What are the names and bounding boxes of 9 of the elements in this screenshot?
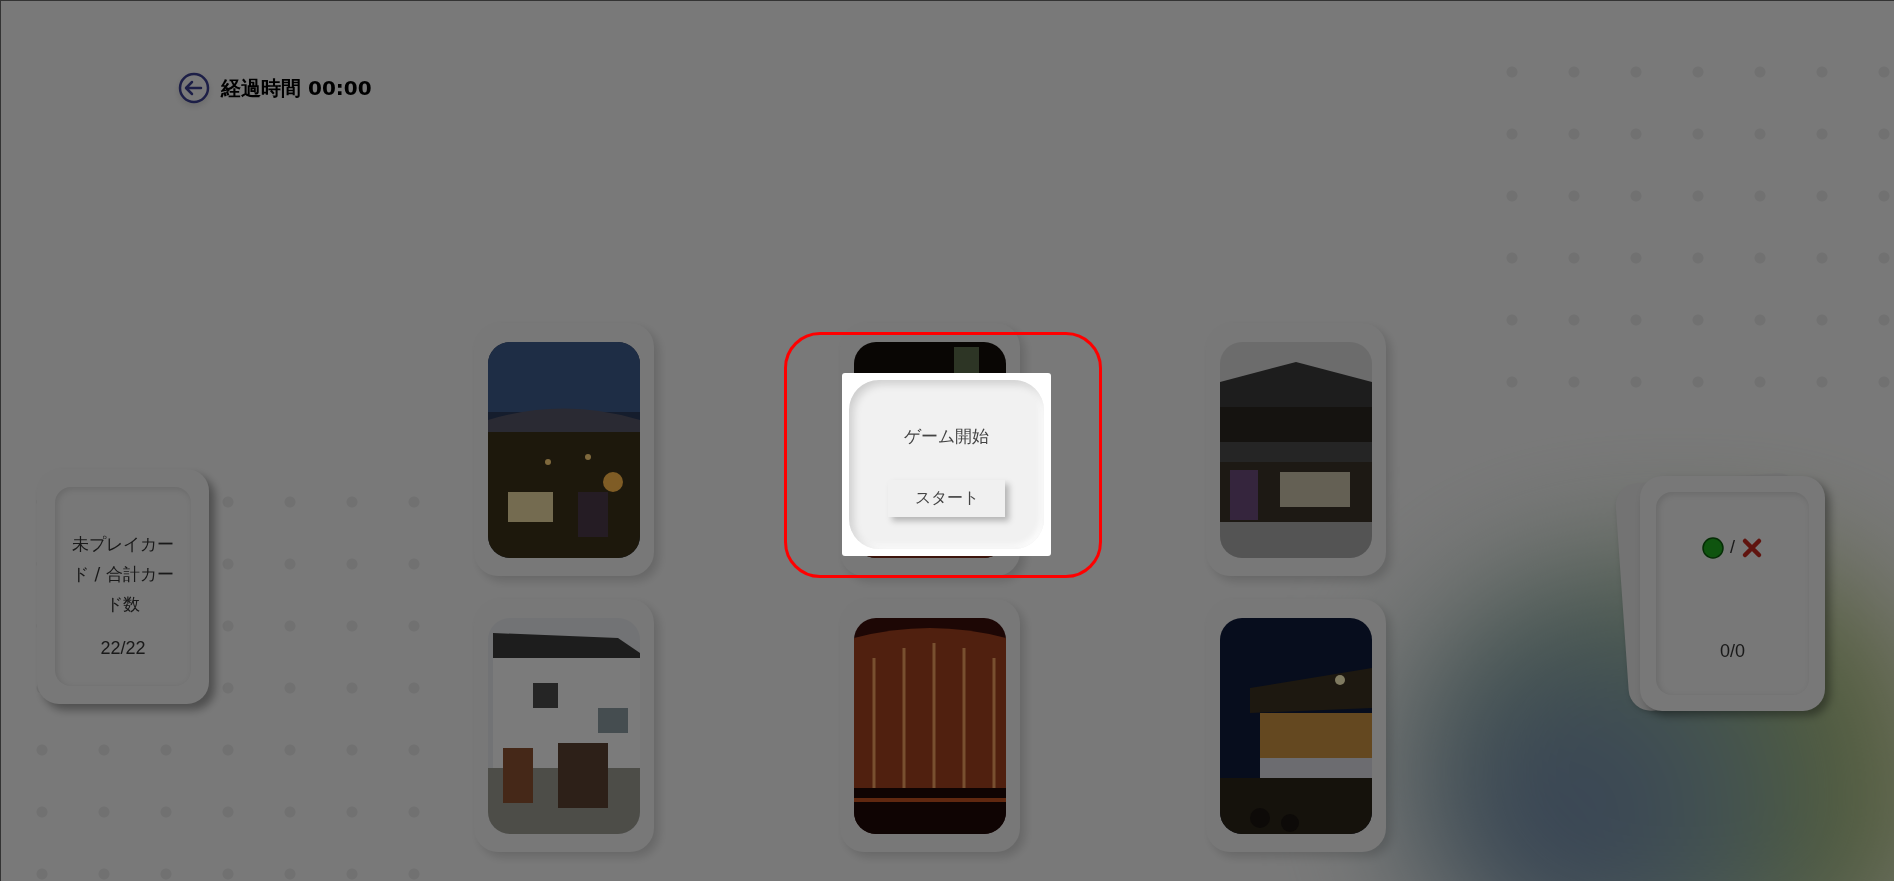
separator: / [1730, 536, 1735, 559]
card-count: 22/22 [100, 637, 146, 660]
elapsed-time: 経過時間 00:00 [221, 75, 372, 102]
score-count: 0/0 [1720, 640, 1745, 663]
start-button[interactable]: スタート [888, 479, 1005, 517]
dialog-title: ゲーム開始 [904, 425, 989, 448]
cross-icon [1741, 536, 1763, 559]
card-count-label: 未プレイカード / 合計カード数 [71, 533, 175, 616]
circle-icon [1702, 536, 1724, 559]
